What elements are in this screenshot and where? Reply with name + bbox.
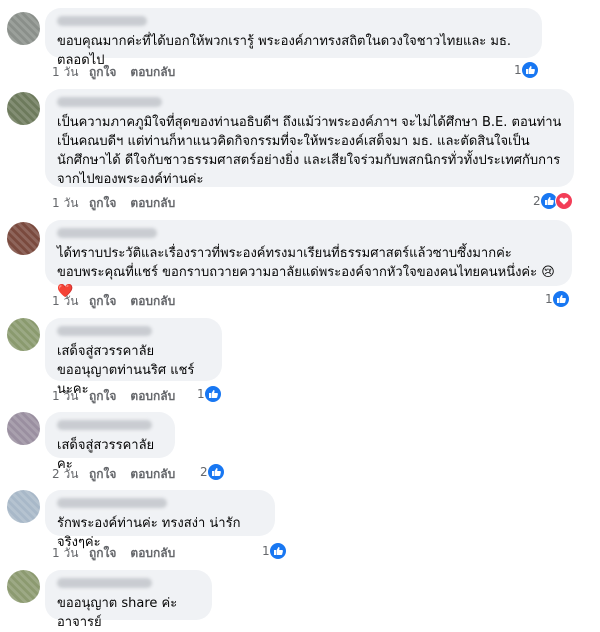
love-icon: [554, 192, 573, 210]
comment-bubble: ได้ทราบประวัติและเรื่องราวที่พระองค์ทรงม…: [45, 220, 572, 299]
like-icon: [551, 290, 570, 308]
comment-bubble: ขอบคุณมากค่ะที่ได้บอกให้พวกเรารู้ พระองค…: [45, 8, 542, 68]
comment-actions: 2 วัน ถูกใจ ตอบกลับ: [52, 465, 189, 484]
comment-text: เป็นความภาคภูมิใจที่สุดของท่านอธิบดีฯ ถึ…: [57, 115, 562, 187]
like-button[interactable]: ถูกใจ: [89, 387, 116, 406]
comment-bubble: รักพระองค์ท่านค่ะ ทรงสง่า น่ารัก จริงๆค่…: [45, 490, 275, 550]
timestamp[interactable]: 1 วัน: [52, 544, 89, 563]
commenter-name-redacted[interactable]: [57, 420, 152, 430]
comment-bubble: เสด็จสู่สวรรคาลัยคะ: [45, 412, 175, 472]
like-icon: [203, 385, 222, 403]
timestamp[interactable]: 1 วัน: [52, 63, 89, 82]
commenter-name-redacted[interactable]: [57, 498, 167, 508]
timestamp[interactable]: 1 วัน: [52, 194, 89, 213]
like-button[interactable]: ถูกใจ: [89, 63, 116, 82]
avatar[interactable]: [7, 570, 40, 603]
avatar[interactable]: [7, 92, 40, 125]
reply-button[interactable]: ตอบกลับ: [130, 544, 175, 563]
reply-button[interactable]: ตอบกลับ: [130, 465, 175, 484]
reply-button[interactable]: ตอบกลับ: [130, 194, 175, 213]
like-icon: [268, 542, 287, 560]
commenter-name-redacted[interactable]: [57, 326, 152, 336]
avatar[interactable]: [7, 412, 40, 445]
like-icon: [520, 61, 539, 79]
commenter-name-redacted[interactable]: [57, 97, 162, 107]
timestamp[interactable]: 1 วัน: [52, 292, 89, 311]
comment-text: ขออนุญาต share ค่ะอาจารย์: [57, 596, 178, 630]
comment-bubble: เสด็จสู่สวรรคาลัย ขออนุญาตท่านนริศ แชร์ …: [45, 318, 222, 397]
avatar[interactable]: [7, 12, 40, 45]
reply-button[interactable]: ตอบกลับ: [130, 292, 175, 311]
comment-actions: 1 วัน ถูกใจ ตอบกลับ: [52, 544, 189, 563]
comment-actions: 1 วัน ถูกใจ ตอบกลับ: [52, 292, 189, 311]
like-icon: [206, 463, 225, 481]
reaction-summary[interactable]: 2: [533, 192, 573, 210]
timestamp[interactable]: 2 วัน: [52, 465, 89, 484]
reaction-summary[interactable]: 1: [545, 290, 570, 308]
comment-actions: 1 วัน ถูกใจ ตอบกลับ: [52, 194, 189, 213]
reaction-summary[interactable]: 1: [514, 61, 539, 79]
commenter-name-redacted[interactable]: [57, 16, 147, 26]
like-button[interactable]: ถูกใจ: [89, 194, 116, 213]
timestamp[interactable]: 1 วัน: [52, 387, 89, 406]
avatar[interactable]: [7, 490, 40, 523]
comment-actions: 1 วัน ถูกใจ ตอบกลับ: [52, 63, 189, 82]
like-button[interactable]: ถูกใจ: [89, 465, 116, 484]
comment-actions: 1 วัน ถูกใจ ตอบกลับ: [52, 387, 189, 406]
reply-button[interactable]: ตอบกลับ: [130, 387, 175, 406]
reply-button[interactable]: ตอบกลับ: [130, 63, 175, 82]
reaction-summary[interactable]: 1: [197, 385, 222, 403]
like-button[interactable]: ถูกใจ: [89, 292, 116, 311]
avatar[interactable]: [7, 222, 40, 255]
commenter-name-redacted[interactable]: [57, 578, 152, 588]
avatar[interactable]: [7, 318, 40, 351]
reaction-summary[interactable]: 1: [262, 542, 287, 560]
commenter-name-redacted[interactable]: [57, 228, 157, 238]
comment-bubble: เป็นความภาคภูมิใจที่สุดของท่านอธิบดีฯ ถึ…: [45, 89, 574, 187]
reaction-summary[interactable]: 2: [200, 463, 225, 481]
like-button[interactable]: ถูกใจ: [89, 544, 116, 563]
